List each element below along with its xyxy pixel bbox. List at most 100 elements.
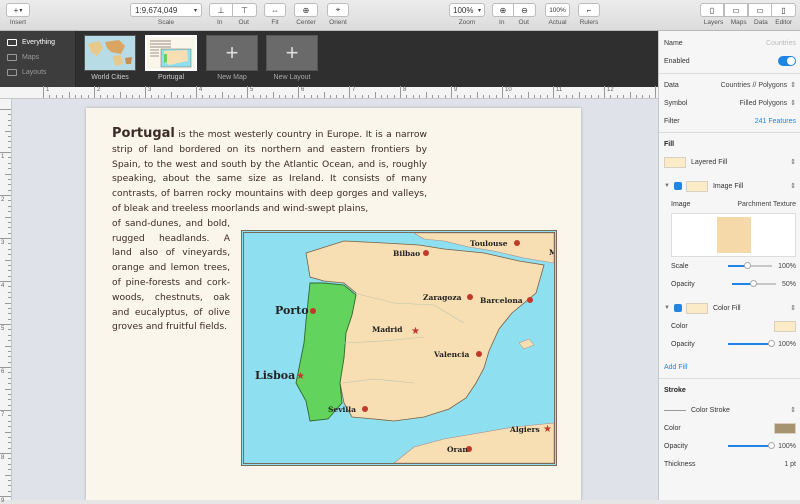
ruler-tick [8, 189, 11, 191]
ruler-label: 4 [199, 87, 203, 93]
slider-knob[interactable] [749, 280, 757, 287]
ruler-tick [8, 254, 11, 256]
thumbnail-world-cities[interactable]: World Cities [84, 35, 136, 81]
slider-knob[interactable] [768, 340, 776, 347]
ruler-tick [8, 200, 11, 202]
color-fill-row[interactable]: ▼ Color Fill ⇕ [659, 300, 800, 316]
ruler-tick [8, 350, 11, 352]
center-button[interactable]: ⊕ [294, 3, 318, 17]
compass-icon: ⌖ [335, 5, 341, 14]
ruler-tick [425, 92, 427, 98]
disclosure-triangle-icon[interactable]: ▼ [664, 305, 670, 311]
thumbnail-new-layout[interactable]: + New Layout [266, 35, 318, 81]
scale-select[interactable]: 1:9,674,049 ▾ [130, 3, 202, 17]
ruler-tick [642, 95, 644, 98]
thumbnail-portugal[interactable]: Portugal [145, 35, 197, 81]
data-view-button[interactable]: ▭ [748, 3, 772, 17]
sidebar-item-maps[interactable]: Maps [0, 50, 75, 65]
slider-knob[interactable] [743, 262, 751, 269]
name-field[interactable]: Countries [766, 40, 796, 47]
ruler-tick [419, 95, 421, 98]
stroke-heading: Stroke [664, 387, 686, 394]
ruler-label: 6 [301, 87, 305, 93]
image-fill-row[interactable]: ▼ Image Fill ⇕ [659, 178, 800, 194]
divider [659, 132, 800, 133]
fill-color-well[interactable] [774, 320, 796, 332]
zoom-out-button[interactable]: ⊖ [514, 3, 536, 17]
maps-view-button[interactable]: ▭ [724, 3, 748, 17]
ruler-tick [374, 92, 376, 98]
ruler-label: 9 [1, 498, 5, 504]
layout-page[interactable]: Portugal is the most westerly country in… [86, 108, 581, 500]
city-marker [423, 250, 429, 256]
image-opacity-slider[interactable] [731, 280, 776, 287]
zoom-select[interactable]: 100% ▾ [449, 3, 485, 17]
thickness-field[interactable]: 1 pt [784, 461, 796, 468]
sidebar-item-everything[interactable]: Everything [0, 35, 75, 50]
ruler-tick [553, 86, 554, 98]
stroke-opacity-slider[interactable] [728, 442, 776, 449]
chevron-down-icon: ▾ [19, 7, 23, 14]
slider-knob[interactable] [768, 442, 776, 449]
add-fill-button[interactable]: Add Fill [664, 364, 687, 371]
texture-well[interactable] [671, 213, 796, 257]
rulers-button[interactable]: ⌐ [578, 3, 600, 17]
ruler-label: 3 [148, 87, 152, 93]
color-fill-checkbox[interactable] [673, 304, 682, 312]
layers-view-button[interactable]: ▯ [700, 3, 724, 17]
ruler-tick [412, 95, 414, 98]
ruler-tick [87, 95, 89, 98]
symbol-select[interactable]: Filled Polygons ⇕ [740, 99, 796, 108]
add-map-icon: + [206, 35, 258, 71]
layout-canvas[interactable]: Portugal is the most westerly country in… [12, 99, 658, 500]
data-select[interactable]: Countries // Polygons ⇕ [721, 81, 796, 90]
ruler-tick [157, 95, 159, 98]
ruler-tick [170, 92, 172, 98]
zoom-in-button[interactable]: ⊕ [492, 3, 514, 17]
enabled-toggle[interactable] [778, 56, 796, 66]
ruler-icon: ⌐ [586, 5, 592, 15]
scale-out-button[interactable]: ⊤ [233, 3, 257, 17]
stroke-color-row: Color [659, 420, 800, 436]
ruler-tick [514, 95, 516, 98]
ruler-tick [310, 95, 312, 98]
fit-button[interactable]: ⇔ [264, 3, 286, 17]
actual-size-button[interactable]: 100% [545, 3, 570, 17]
scale-slider[interactable] [728, 262, 773, 269]
map-icon [7, 54, 17, 61]
filter-link[interactable]: 241 Features [755, 118, 796, 125]
ruler-tick [234, 95, 236, 98]
center-group: ⊕ Center [294, 3, 318, 26]
orient-button[interactable]: ⌖ [327, 3, 349, 17]
ruler-tick [527, 92, 529, 98]
ruler-tick [8, 490, 11, 492]
image-fill-checkbox[interactable] [673, 182, 682, 190]
ruler-tick [8, 463, 11, 465]
scale-in-button[interactable]: ⊥ [209, 3, 233, 17]
fill-opacity-slider[interactable] [728, 340, 776, 347]
ruler-tick [8, 221, 11, 223]
thumbnail-new-map[interactable]: + New Map [206, 35, 258, 81]
city-label-madrid: Madrid [372, 325, 403, 334]
city-marker [310, 308, 316, 314]
city-label-porto: Porto [275, 304, 309, 317]
ruler-tick [113, 95, 115, 98]
ruler-tick [0, 152, 11, 153]
image-opacity-row: Opacity 50% [659, 276, 800, 292]
insert-button[interactable]: + ▾ [6, 3, 30, 17]
layered-fill-row[interactable]: Layered Fill ⇕ [659, 154, 800, 170]
color-stroke-row[interactable]: Color Stroke ⇕ [659, 402, 800, 418]
add-layout-icon: + [266, 35, 318, 71]
parchment-texture-preview [716, 217, 751, 253]
fill-heading: Fill [664, 141, 675, 148]
sidebar-right-icon: ▯ [781, 5, 786, 15]
ruler-tick [0, 238, 11, 239]
ruler-tick [406, 95, 408, 98]
ruler-tick [8, 404, 11, 406]
map-frame[interactable]: ★ ★ ★ Toulouse Bilbao M Porto Zaragoza B… [241, 230, 557, 466]
ruler-tick [278, 95, 280, 98]
editor-view-button[interactable]: ▯ [772, 3, 796, 17]
disclosure-triangle-icon[interactable]: ▼ [664, 183, 670, 189]
sidebar-item-layouts[interactable]: Layouts [0, 65, 75, 80]
stroke-color-well[interactable] [774, 422, 796, 434]
